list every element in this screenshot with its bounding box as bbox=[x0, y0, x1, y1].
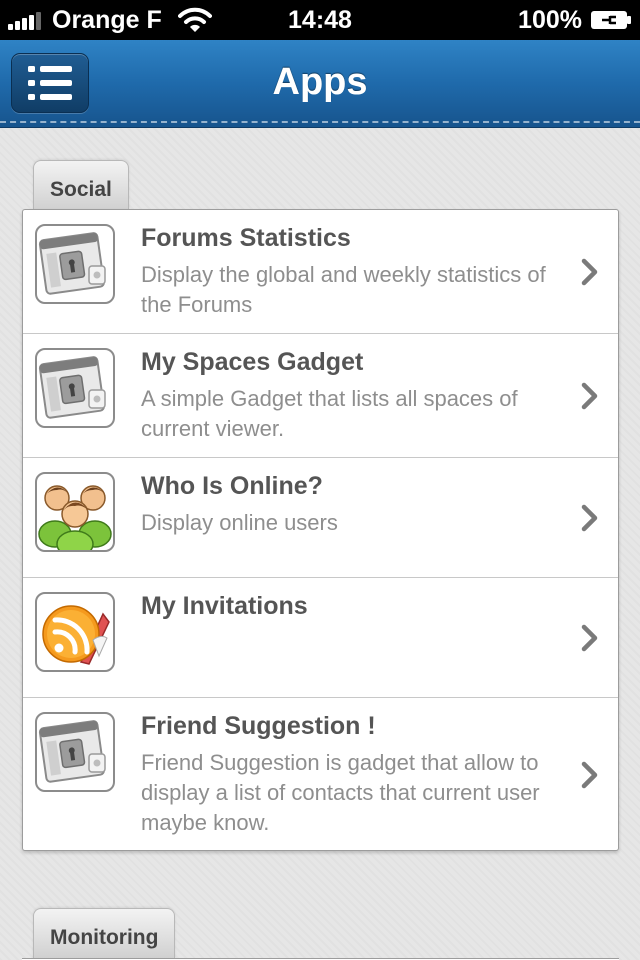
rss-feed-icon bbox=[35, 592, 115, 672]
item-title: My Spaces Gadget bbox=[141, 348, 364, 376]
gadget-icon bbox=[35, 712, 115, 792]
chevron-right-icon bbox=[581, 504, 598, 532]
battery-charging-icon bbox=[591, 11, 631, 29]
chevron-right-icon bbox=[581, 382, 598, 410]
list-item-my-invitations[interactable]: My Invitations bbox=[23, 578, 618, 698]
list-item-friend-suggestion[interactable]: Friend Suggestion ! Friend Suggestion is… bbox=[23, 698, 618, 850]
gadget-icon bbox=[35, 224, 115, 304]
item-description: Display online users bbox=[141, 510, 338, 535]
item-title: My Invitations bbox=[141, 592, 308, 620]
item-title: Forums Statistics bbox=[141, 224, 351, 252]
chevron-right-icon bbox=[581, 624, 598, 652]
list-item-forums-statistics[interactable]: Forums Statistics Display the global and… bbox=[23, 210, 618, 334]
chevron-right-icon bbox=[581, 258, 598, 286]
gadget-icon bbox=[35, 348, 115, 428]
users-icon bbox=[35, 472, 115, 552]
battery-percentage: 100% bbox=[518, 5, 582, 34]
app-list-social: Forums Statistics Display the global and… bbox=[22, 209, 619, 851]
list-item-my-spaces-gadget[interactable]: My Spaces Gadget A simple Gadget that li… bbox=[23, 334, 618, 458]
chevron-right-icon bbox=[581, 761, 598, 789]
status-bar: Orange F 14:48 100% bbox=[0, 0, 640, 40]
page-title: Apps bbox=[272, 61, 368, 103]
list-item-who-is-online[interactable]: Who Is Online? Display online users bbox=[23, 458, 618, 578]
item-title: Who Is Online? bbox=[141, 472, 323, 500]
item-description: Friend Suggestion is gadget that allow t… bbox=[141, 750, 540, 835]
navigation-bar: Apps bbox=[0, 40, 640, 128]
item-description: Display the global and weekly statistics… bbox=[141, 262, 546, 317]
section-tab-social: Social bbox=[33, 160, 129, 212]
item-description: A simple Gadget that lists all spaces of… bbox=[141, 386, 518, 441]
section-tab-monitoring: Monitoring bbox=[33, 908, 176, 960]
item-title: Friend Suggestion ! bbox=[141, 712, 376, 740]
